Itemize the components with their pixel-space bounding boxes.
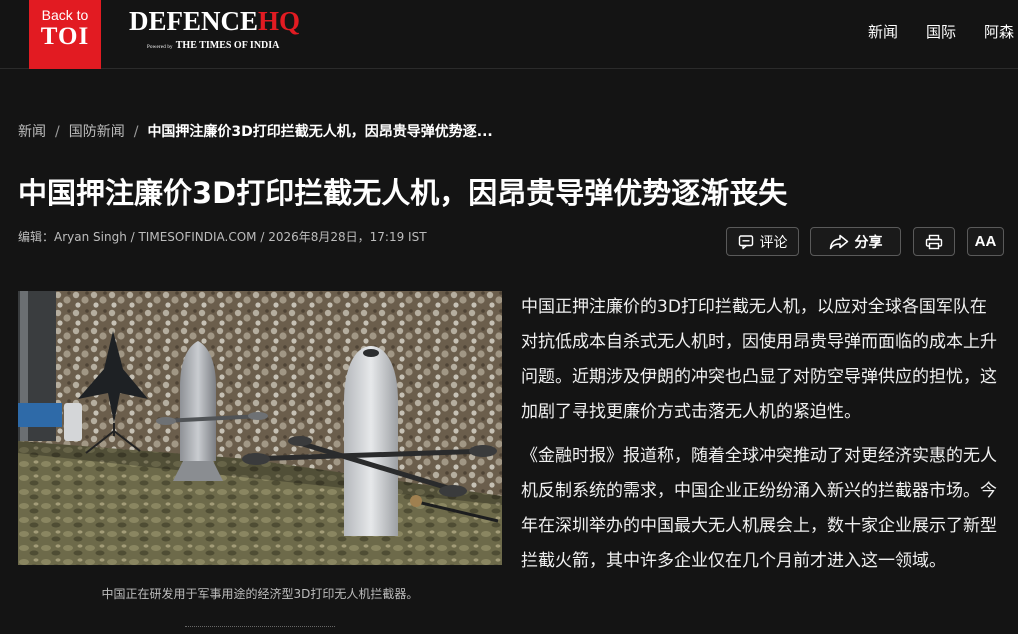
print-icon <box>925 234 943 250</box>
print-button[interactable] <box>913 227 955 256</box>
image-caption: 中国正在研发用于军事用途的经济型3D打印无人机拦截器。 <box>101 587 419 601</box>
share-label: 分享 <box>854 233 883 250</box>
breadcrumb-item-defence-news[interactable]: 国防新闻 <box>69 124 125 140</box>
brand-accent: HQ <box>258 6 301 36</box>
article-title: 中国押注廉价3D打印拦截无人机，因昂贵导弹优势逐渐丧失 <box>18 176 788 210</box>
share-button[interactable]: 分享 <box>810 227 901 256</box>
article-lead-image <box>18 291 502 565</box>
comment-icon <box>738 234 754 250</box>
powered-by: Powered by THE TIMES OF INDIA <box>147 40 279 51</box>
toi-logo-text: TOI <box>40 23 90 50</box>
breadcrumb-item-news[interactable]: 新闻 <box>18 124 46 140</box>
caption-divider <box>185 626 335 627</box>
breadcrumb-current: 中国押注廉价3D打印拦截无人机，因昂贵导弹优势逐... <box>147 124 493 140</box>
nav-item-news[interactable]: 新闻 <box>868 21 898 42</box>
powered-by-label: Powered by <box>147 45 173 50</box>
powered-by-brand: THE TIMES OF INDIA <box>175 40 280 51</box>
font-size-button[interactable]: AA <box>967 227 1004 256</box>
nav-item-international[interactable]: 国际 <box>926 21 956 42</box>
breadcrumb-separator: / <box>55 124 60 140</box>
back-to-label: Back to <box>41 7 89 23</box>
share-icon <box>829 234 849 250</box>
back-to-toi-button[interactable]: Back to TOI <box>29 0 101 69</box>
article-byline: 编辑：Aryan Singh / TIMESOFINDIA.COM / 2026… <box>18 230 427 244</box>
defencehq-logo[interactable]: DEFENCEHQ Powered by THE TIMES OF INDIA <box>129 6 300 51</box>
breadcrumb-separator: / <box>133 124 139 140</box>
nav-item-arsenal[interactable]: 阿森 <box>984 21 1014 42</box>
brand-wordmark: DEFENCEHQ <box>129 6 300 36</box>
comment-label: 评论 <box>759 233 788 250</box>
comment-button[interactable]: 评论 <box>726 227 799 256</box>
site-header: Back to TOI DEFENCEHQ Powered by THE TIME… <box>0 0 1018 69</box>
article-paragraph: 《金融时报》报道称，随着全球冲突推动了对更经济实惠的无人机反制系统的需求，中国企… <box>521 446 997 571</box>
article-body: 中国正押注廉价的3D打印拦截无人机，以应对全球各国军队在对抗低成本自杀式无人机时… <box>521 290 1001 588</box>
article-paragraph: 中国正押注廉价的3D打印拦截无人机，以应对全球各国军队在对抗低成本自杀式无人机时… <box>521 297 997 422</box>
breadcrumb: 新闻 / 国防新闻 / 中国押注廉价3D打印拦截无人机，因昂贵导弹优势逐... <box>18 121 493 141</box>
main-nav: 新闻 国际 阿森 <box>868 21 1018 42</box>
brand-main: DEFENCE <box>129 6 259 36</box>
